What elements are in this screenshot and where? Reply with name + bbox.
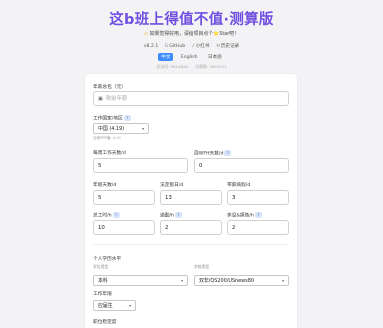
lang-en-button[interactable]: English bbox=[178, 54, 201, 61]
weekly-days-input[interactable]: 5 bbox=[93, 158, 188, 173]
total-visits: 总访问: 9914826 bbox=[156, 64, 188, 69]
rest-input[interactable]: 2 bbox=[227, 220, 289, 235]
work-hours-input[interactable]: 10 bbox=[93, 220, 155, 235]
degree-type-label: 学位类型 bbox=[93, 264, 109, 269]
annual-leave-input[interactable]: 5 bbox=[93, 190, 155, 205]
xiaohongshu-link[interactable]: ♪小红书 bbox=[192, 44, 210, 49]
calendar-icon: ▣ bbox=[98, 96, 103, 102]
visit-stats: 总访问: 9914826 访客数: 2849211 bbox=[0, 64, 383, 70]
chevron-down-icon: ▾ bbox=[282, 278, 284, 283]
page-title: 这b班上得值不值·测算版 bbox=[109, 12, 274, 28]
commute-input[interactable]: 2 bbox=[160, 220, 222, 235]
annual-salary-label: 年薪总包（元） bbox=[93, 85, 126, 90]
divider bbox=[93, 244, 289, 245]
history-icon: ⟲ bbox=[215, 44, 220, 49]
header-links: v8.2.1 GGitHub ♪小红书 ⟲历史记录 bbox=[0, 43, 383, 49]
education-section-title: 个人学历水平 bbox=[93, 257, 122, 262]
help-icon[interactable]: ? bbox=[112, 212, 120, 218]
chevron-down-icon: ▾ bbox=[142, 126, 144, 131]
subtitle-text: 如果觉得好用，请给项目点个⭐Star吧！ bbox=[149, 31, 240, 37]
lang-ja-button[interactable]: 日本語 bbox=[205, 53, 225, 61]
wfh-days-input[interactable]: 0 bbox=[194, 158, 289, 173]
history-link[interactable]: ⟲历史记录 bbox=[216, 44, 239, 49]
visitor-count: 访客数: 2849211 bbox=[195, 64, 227, 69]
xiaohongshu-icon: ♪ bbox=[191, 44, 195, 49]
help-icon[interactable]: ? bbox=[174, 212, 182, 218]
school-type-select[interactable]: 双非/QS200/USnews80 ▾ bbox=[194, 275, 289, 286]
star-icon: ✩ bbox=[143, 31, 149, 37]
annual-salary-input[interactable]: ▣ 税前年薪 bbox=[93, 91, 289, 106]
holidays-input[interactable]: 13 bbox=[160, 190, 222, 205]
chevron-down-icon: ▾ bbox=[129, 303, 131, 308]
work-years-select[interactable]: 应届生 ▾ bbox=[93, 300, 136, 311]
country-select[interactable]: 中国 (4.19) ▾ bbox=[93, 123, 149, 134]
job-stability-label: 职位稳定度 bbox=[93, 320, 117, 325]
school-type-label: 学校类型 bbox=[194, 264, 210, 269]
language-switcher: 中文 English 日本語 bbox=[0, 53, 383, 61]
annual-leave-label: 年假天数/d bbox=[93, 183, 117, 188]
subtitle: ✩ 如果觉得好用，请给项目点个⭐Star吧！ bbox=[0, 30, 383, 37]
wfh-days-label: 周WFH天数/d? bbox=[194, 150, 232, 156]
degree-type-select[interactable]: 本科 ▾ bbox=[93, 275, 188, 286]
help-icon[interactable]: ? bbox=[224, 150, 232, 156]
work-years-label: 工作年限 bbox=[93, 292, 112, 297]
version-label: v8.2.1 bbox=[143, 44, 159, 49]
country-label: 工作国家/地区? bbox=[93, 115, 131, 121]
help-icon[interactable]: ? bbox=[254, 212, 262, 218]
work-hours-label: 总工时/h? bbox=[93, 212, 120, 218]
commute-label: 通勤/h? bbox=[160, 212, 182, 218]
holidays-label: 法定假日/d bbox=[160, 183, 184, 188]
weekly-days-label: 每周工作天数/d bbox=[93, 151, 126, 156]
paid-sick-label: 带薪病假/d bbox=[227, 183, 251, 188]
rest-label: 休息&摸鱼/h? bbox=[227, 212, 262, 218]
lang-zh-button[interactable]: 中文 bbox=[158, 53, 174, 61]
help-icon[interactable]: ? bbox=[123, 115, 131, 121]
ppp-hint: 当前PPP值: 4.19 bbox=[93, 136, 121, 140]
calculator-form: 年薪总包（元） ▣ 税前年薪 工作国家/地区? 中国 (4.19) ▾ 当前PPP值… bbox=[85, 74, 297, 328]
paid-sick-input[interactable]: 3 bbox=[227, 190, 289, 205]
chevron-down-icon: ▾ bbox=[181, 278, 183, 283]
github-icon: G bbox=[164, 44, 169, 49]
github-link[interactable]: GGitHub bbox=[165, 44, 185, 49]
